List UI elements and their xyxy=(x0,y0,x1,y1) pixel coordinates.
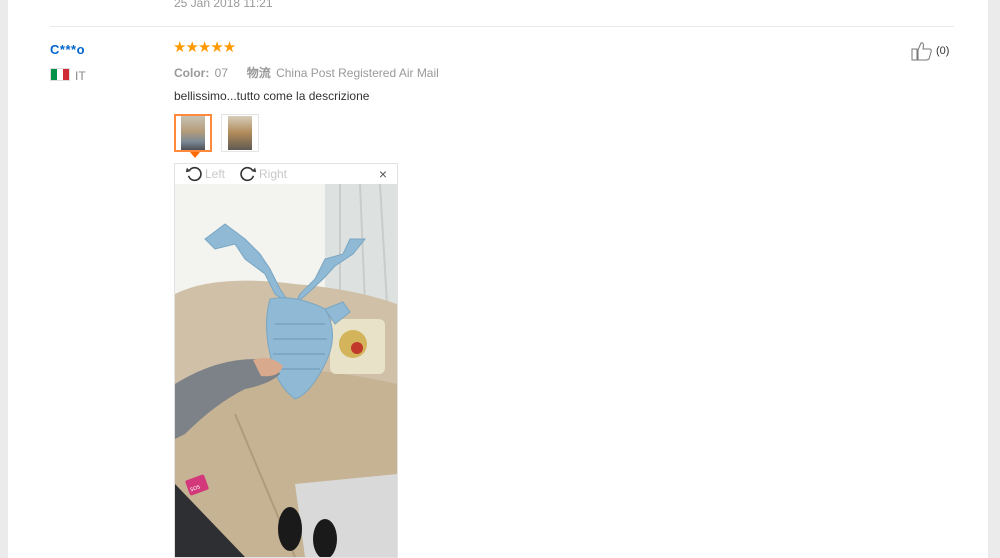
review-panel: 25 Jan 2018 11:21 C***o IT ★★★★★ Color: … xyxy=(8,0,988,558)
viewer-toolbar: Left Right × xyxy=(175,164,397,184)
photo-viewer: Left Right × SOS xyxy=(174,163,398,558)
shipping-value: China Post Registered Air Mail xyxy=(276,66,439,80)
thumb-image xyxy=(181,116,205,150)
reviewer-name: C***o xyxy=(50,42,86,57)
rotate-right-icon xyxy=(240,166,257,182)
thumb-image xyxy=(228,116,252,150)
rotate-left-button[interactable]: Left xyxy=(185,165,225,183)
thumbs-up-icon xyxy=(911,42,932,61)
like-count: (0) xyxy=(936,45,950,57)
color-label: Color: xyxy=(174,66,210,80)
rotate-left-icon xyxy=(185,166,202,182)
previous-review-date: 25 Jan 2018 11:21 xyxy=(174,0,273,10)
order-attributes: Color: 07 物流 China Post Registered Air M… xyxy=(174,64,439,81)
selected-thumb-pointer xyxy=(190,152,200,158)
rating-stars: ★★★★★ xyxy=(173,39,236,56)
rotate-left-label: Left xyxy=(205,167,226,181)
review-text: bellissimo...tutto come la descrizione xyxy=(174,89,370,103)
shipping-label: 物流 xyxy=(246,66,271,80)
rotate-right-label: Right xyxy=(259,167,288,181)
like-button[interactable]: (0) xyxy=(911,41,949,61)
color-value: 07 xyxy=(214,66,229,80)
review-photo-thumb-2[interactable] xyxy=(221,114,259,152)
review-photo-thumb-1[interactable] xyxy=(174,114,212,152)
review-divider xyxy=(50,26,954,27)
flag-it-icon xyxy=(50,68,70,81)
close-icon[interactable]: × xyxy=(379,166,387,182)
reviewer-country: IT xyxy=(75,69,86,83)
review-photo: SOS xyxy=(175,184,397,557)
rotate-right-button[interactable]: Right xyxy=(239,165,287,183)
